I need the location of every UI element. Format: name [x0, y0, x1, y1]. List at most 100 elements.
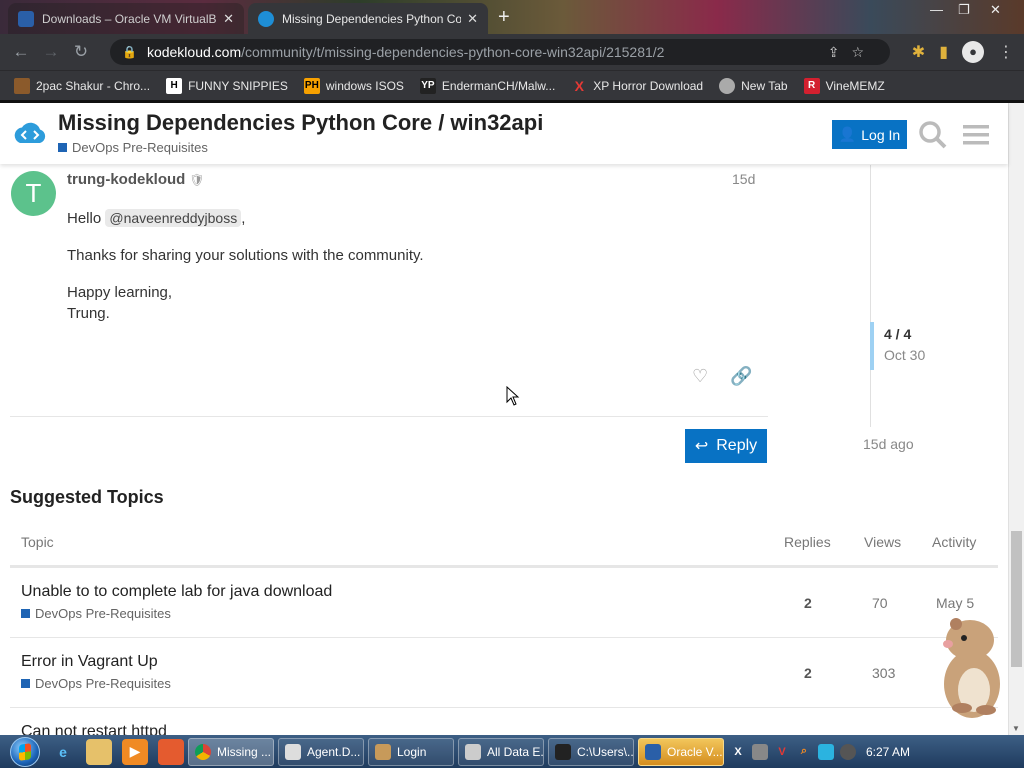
reload-icon[interactable]: ↻ — [66, 42, 96, 62]
profile-icon[interactable]: ● — [962, 41, 984, 63]
topic-activity[interactable]: May 5 — [936, 595, 974, 611]
forward-icon[interactable]: → — [36, 42, 66, 62]
r-icon: R — [803, 77, 820, 94]
login-label: Log In — [861, 126, 901, 143]
bookmark-new-tab[interactable]: New Tab — [719, 77, 788, 94]
column-views[interactable]: Views — [864, 534, 901, 550]
column-activity[interactable]: Activity — [932, 534, 976, 550]
timeline-track[interactable] — [870, 165, 871, 427]
bookmark-windows-isos[interactable]: PH windows ISOS — [303, 77, 404, 94]
restore-icon[interactable]: ❐ — [958, 2, 970, 18]
post-divider — [10, 416, 768, 417]
reply-button[interactable]: ↩ Reply — [685, 429, 767, 463]
taskbar-clock[interactable]: 6:27 AM — [866, 745, 910, 759]
taskbar-item-agent[interactable]: Agent.D... — [278, 737, 364, 766]
chrome-icon — [195, 743, 211, 760]
browser-tab-virtualbox[interactable]: Downloads – Oracle VM VirtualBox ✕ — [8, 3, 244, 34]
topic-views: 303 — [872, 665, 896, 681]
extensions-icon[interactable]: ✱ — [912, 42, 925, 62]
share-link-icon[interactable]: 🔗 — [730, 366, 752, 387]
x-icon: X — [574, 77, 584, 94]
tray-app-icon[interactable] — [752, 743, 768, 760]
topic-title-link[interactable]: Can not restart httpd — [21, 723, 167, 735]
tab-title: Downloads – Oracle VM VirtualBox — [42, 11, 218, 26]
side-panel-icon[interactable]: ▮ — [939, 42, 948, 62]
minimize-icon[interactable]: — — [930, 2, 943, 17]
tray-x-icon[interactable]: X — [730, 744, 746, 760]
taskbar-item-login[interactable]: Login — [368, 737, 454, 766]
avatar[interactable]: T — [11, 171, 56, 216]
taskbar-item-all-data[interactable]: All Data E... — [458, 737, 544, 766]
share-and-star-icons[interactable]: ⇪☆ — [828, 44, 876, 61]
bookmark-label: FUNNY SNIPPIES — [188, 78, 288, 93]
address-bar[interactable]: 🔒 kodekloud.com /community/t/missing-dep… — [110, 39, 890, 65]
new-tab-icon[interactable]: + — [498, 6, 510, 29]
category-label: DevOps Pre-Requisites — [35, 606, 171, 621]
topic-row[interactable]: Can not restart httpd — [10, 708, 998, 735]
tray-monitor-icon[interactable] — [818, 743, 834, 760]
bookmark-endermanch[interactable]: YP EndermanCH/Malw... — [419, 77, 555, 94]
more-menu-icon[interactable]: ⋮ — [998, 42, 1014, 62]
bookmark-vinememz[interactable]: R VineMEMZ — [803, 77, 885, 94]
post-paragraph: Thanks for sharing your solutions with t… — [67, 247, 424, 264]
browser-toolbar: ← → ↻ 🔒 kodekloud.com /community/t/missi… — [0, 34, 1024, 70]
search-icon[interactable] — [918, 120, 948, 150]
app-quicklaunch-icon[interactable] — [158, 738, 184, 765]
mouse-cursor-icon — [506, 386, 520, 406]
like-heart-icon[interactable]: ♡ — [692, 366, 708, 387]
category-color-square — [21, 679, 30, 688]
page-title[interactable]: Missing Dependencies Python Core / win32… — [58, 110, 543, 136]
post-author[interactable]: trung-kodekloud 🛡 — [67, 171, 205, 188]
taskbar-item-chrome[interactable]: Missing ... — [188, 737, 274, 766]
timeline-handle[interactable] — [870, 322, 874, 370]
2pac-icon — [14, 77, 30, 94]
suggested-topics-heading: Suggested Topics — [10, 487, 164, 507]
post-date[interactable]: 15d — [732, 171, 755, 187]
taskbar-label: Agent.D... — [307, 744, 361, 759]
internet-explorer-icon[interactable]: e — [50, 739, 76, 765]
topic-row[interactable]: Unable to to complete lab for java downl… — [10, 568, 998, 638]
browser-tab-kodekloud[interactable]: Missing Dependencies Python Core / win32… — [248, 3, 488, 34]
bookmark-funny-snippies[interactable]: H FUNNY SNIPPIES — [166, 77, 288, 94]
topic-category[interactable]: DevOps Pre-Requisites — [21, 676, 171, 691]
media-player-icon[interactable]: ▶ — [122, 738, 148, 765]
7zip-icon — [555, 743, 571, 760]
timeline-last-activity[interactable]: 15d ago — [863, 436, 914, 452]
column-replies[interactable]: Replies — [784, 534, 831, 550]
login-button[interactable]: 👤 Log In — [832, 120, 907, 149]
taskbar-item-virtualbox[interactable]: Oracle V... — [638, 737, 724, 766]
tray-v-icon[interactable]: V — [774, 744, 790, 760]
window-icon — [285, 743, 301, 760]
close-icon[interactable]: ✕ — [223, 11, 234, 27]
topic-title-link[interactable]: Error in Vagrant Up — [21, 653, 158, 671]
topic-category[interactable]: DevOps Pre-Requisites — [21, 606, 171, 621]
tray-volume-icon[interactable] — [840, 743, 856, 760]
bookmark-2pac[interactable]: 2pac Shakur - Chro... — [14, 77, 150, 94]
start-button[interactable] — [10, 736, 40, 767]
window-icon — [465, 743, 481, 760]
close-icon[interactable]: ✕ — [467, 11, 478, 27]
category-badge[interactable]: DevOps Pre-Requisites — [58, 140, 208, 155]
user-mention[interactable]: @naveenreddyjboss — [105, 209, 242, 227]
hamster-desktop-pet[interactable] — [932, 612, 1012, 722]
scroll-down-icon[interactable]: ▼ — [1012, 724, 1020, 733]
topic-replies: 2 — [804, 665, 812, 681]
category-color-square — [58, 143, 67, 152]
back-icon[interactable]: ← — [6, 42, 36, 62]
scrollbar-thumb[interactable] — [1011, 531, 1022, 667]
username[interactable]: trung-kodekloud — [67, 171, 185, 188]
topic-title-link[interactable]: Unable to to complete lab for java downl… — [21, 583, 332, 601]
ph-icon: PH — [303, 77, 320, 94]
bookmark-label: New Tab — [741, 78, 788, 93]
file-explorer-icon[interactable] — [86, 738, 112, 765]
url-path: /community/t/missing-dependencies-python… — [241, 44, 665, 60]
topic-row[interactable]: Error in Vagrant Up DevOps Pre-Requisite… — [10, 638, 998, 708]
bookmark-xp-horror[interactable]: X XP Horror Download — [571, 77, 704, 94]
window-close-icon[interactable]: ✕ — [990, 2, 1001, 18]
kodekloud-icon — [258, 10, 274, 27]
kodekloud-logo-icon[interactable] — [10, 119, 50, 149]
taskbar-item-7zip[interactable]: C:\Users\... — [548, 737, 634, 766]
tray-search-icon[interactable]: ⌕ — [796, 744, 812, 760]
timeline-post-count: 4 / 4 — [884, 326, 912, 342]
hamburger-menu-icon[interactable] — [962, 121, 990, 149]
